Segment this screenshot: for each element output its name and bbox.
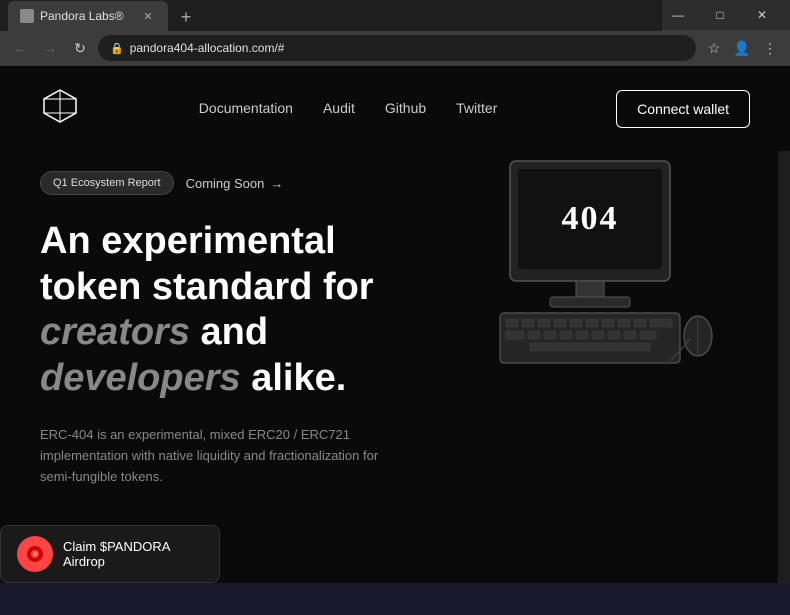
airdrop-notification[interactable]: Claim $PANDORA Airdrop (0, 525, 220, 583)
connect-wallet-button[interactable]: Connect wallet (616, 90, 750, 128)
hero-title-line4: developers alike. (40, 356, 410, 402)
bookmark-icon[interactable]: ☆ (702, 36, 726, 60)
minimize-button[interactable]: — (658, 0, 698, 30)
svg-text:404: 404 (562, 200, 619, 237)
hero-description: ERC-404 is an experimental, mixed ERC20 … (40, 425, 380, 487)
back-button[interactable]: ← (8, 36, 32, 60)
title-bar: Pandora Labs® ✕ + — □ ✕ (0, 0, 790, 30)
refresh-button[interactable]: ↻ (68, 36, 92, 60)
ecosystem-report-badge[interactable]: Q1 Ecosystem Report (40, 171, 174, 195)
tab-title: Pandora Labs® (40, 9, 124, 23)
url-bar[interactable]: 🔒 pandora404-allocation.com/# (98, 35, 696, 61)
and-text-1: and (190, 311, 268, 353)
nav-twitter[interactable]: Twitter (456, 100, 497, 116)
tab-favicon-icon (20, 9, 34, 23)
nav-actions: ☆ 👤 ⋮ (702, 36, 782, 60)
menu-button[interactable]: ⋮ (758, 36, 782, 60)
window-controls: — □ ✕ (658, 0, 782, 30)
hero-illustration: 404 (430, 151, 750, 381)
maximize-button[interactable]: □ (700, 0, 740, 30)
badge-row: Q1 Ecosystem Report Coming Soon → (40, 171, 410, 195)
coming-soon-text: Coming Soon → (186, 176, 284, 191)
creators-text: creators (40, 311, 190, 353)
browser-window: Pandora Labs® ✕ + — □ ✕ ← → ↻ 🔒 pandora4… (0, 0, 790, 66)
website-content: Documentation Audit Github Twitter Conne… (0, 66, 790, 583)
lock-icon: 🔒 (110, 42, 124, 55)
hero-title-line2: token standard for (40, 265, 410, 311)
nav-github[interactable]: Github (385, 100, 426, 116)
forward-button[interactable]: → (38, 36, 62, 60)
hero-title-line3: creators and (40, 310, 410, 356)
airdrop-icon (17, 536, 53, 572)
nav-audit[interactable]: Audit (323, 100, 355, 116)
hero-left-content: Q1 Ecosystem Report Coming Soon → An exp… (40, 171, 430, 488)
profile-icon[interactable]: 👤 (730, 36, 754, 60)
nav-links: Documentation Audit Github Twitter (199, 100, 498, 118)
active-tab[interactable]: Pandora Labs® ✕ (8, 1, 168, 31)
airdrop-text: Claim $PANDORA Airdrop (63, 539, 203, 569)
developers-text: developers (40, 357, 241, 399)
tab-close-button[interactable]: ✕ (140, 8, 156, 24)
hero-title: An experimental token standard for creat… (40, 219, 410, 401)
and-text-2: alike. (241, 357, 347, 399)
nav-documentation[interactable]: Documentation (199, 100, 293, 116)
site-navbar: Documentation Audit Github Twitter Conne… (0, 66, 790, 151)
url-text: pandora404-allocation.com/# (130, 41, 285, 55)
hero-title-line1: An experimental (40, 219, 410, 265)
computer-404-svg: 404 (450, 151, 730, 381)
site-logo[interactable] (40, 86, 80, 131)
new-tab-button[interactable]: + (172, 3, 200, 31)
hero-section: Q1 Ecosystem Report Coming Soon → An exp… (0, 151, 790, 518)
address-bar-row: ← → ↻ 🔒 pandora404-allocation.com/# ☆ 👤 … (0, 30, 790, 66)
close-button[interactable]: ✕ (742, 0, 782, 30)
